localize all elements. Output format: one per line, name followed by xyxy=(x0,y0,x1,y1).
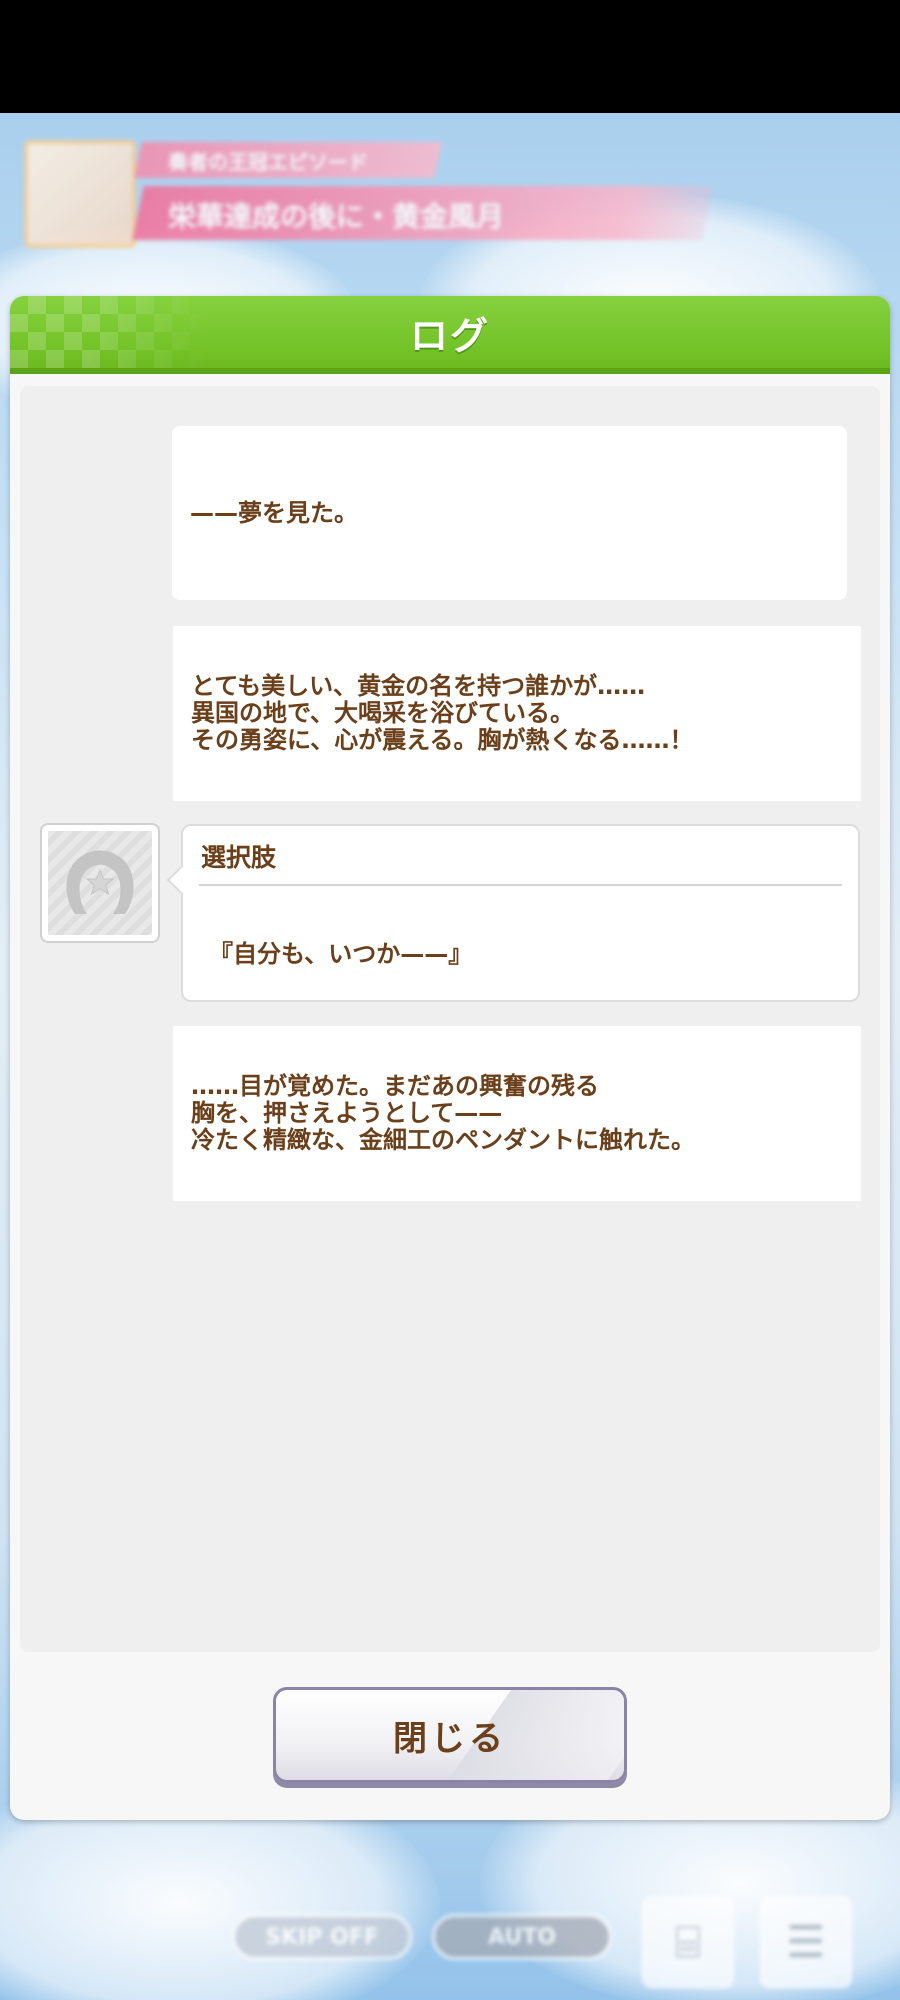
story-header: 奏者の王冠エピソード 栄華達成の後に・黄金風月 xyxy=(18,140,714,248)
skip-toggle-button[interactable]: SKIP OFF xyxy=(232,1914,412,1960)
close-button[interactable]: 閉じる xyxy=(273,1687,627,1783)
choice-label: 選択肢 xyxy=(201,843,277,872)
auto-button[interactable]: AUTO xyxy=(432,1914,612,1960)
story-controls: SKIP OFF AUTO ⌸ ☰ xyxy=(0,1880,900,2000)
menu-button[interactable]: ☰ xyxy=(760,1896,852,1988)
status-bar xyxy=(0,0,900,113)
divider xyxy=(199,884,842,886)
log-button[interactable]: ⌸ xyxy=(642,1896,734,1988)
dialog-header: ログ xyxy=(10,296,890,374)
character-portrait xyxy=(24,140,136,248)
log-entry: ……目が覚めた。まだあの興奮の残る 胸を、押さえようとして—— 冷たく精緻な、金… xyxy=(173,1026,861,1201)
menu-icon: ☰ xyxy=(786,1916,826,1968)
choice-entry: 選択肢 『自分も、いつか——』 xyxy=(166,824,860,1002)
close-button-label: 閉じる xyxy=(393,1718,507,1759)
log-icon: ⌸ xyxy=(674,1916,702,1968)
choice-avatar xyxy=(40,823,160,943)
story-subtitle: 奏者の王冠エピソード xyxy=(168,150,368,174)
dialog-title: ログ xyxy=(409,313,490,358)
log-entry: とても美しい、黄金の名を持つ誰かが…… 異国の地で、大喝采を浴びている。 その勇… xyxy=(173,626,861,801)
horseshoe-icon xyxy=(66,850,134,914)
choice-text: 『自分も、いつか——』 xyxy=(209,940,473,968)
log-entry: ——夢を見た。 xyxy=(172,426,847,600)
story-title: 栄華達成の後に・黄金風月 xyxy=(168,200,505,233)
